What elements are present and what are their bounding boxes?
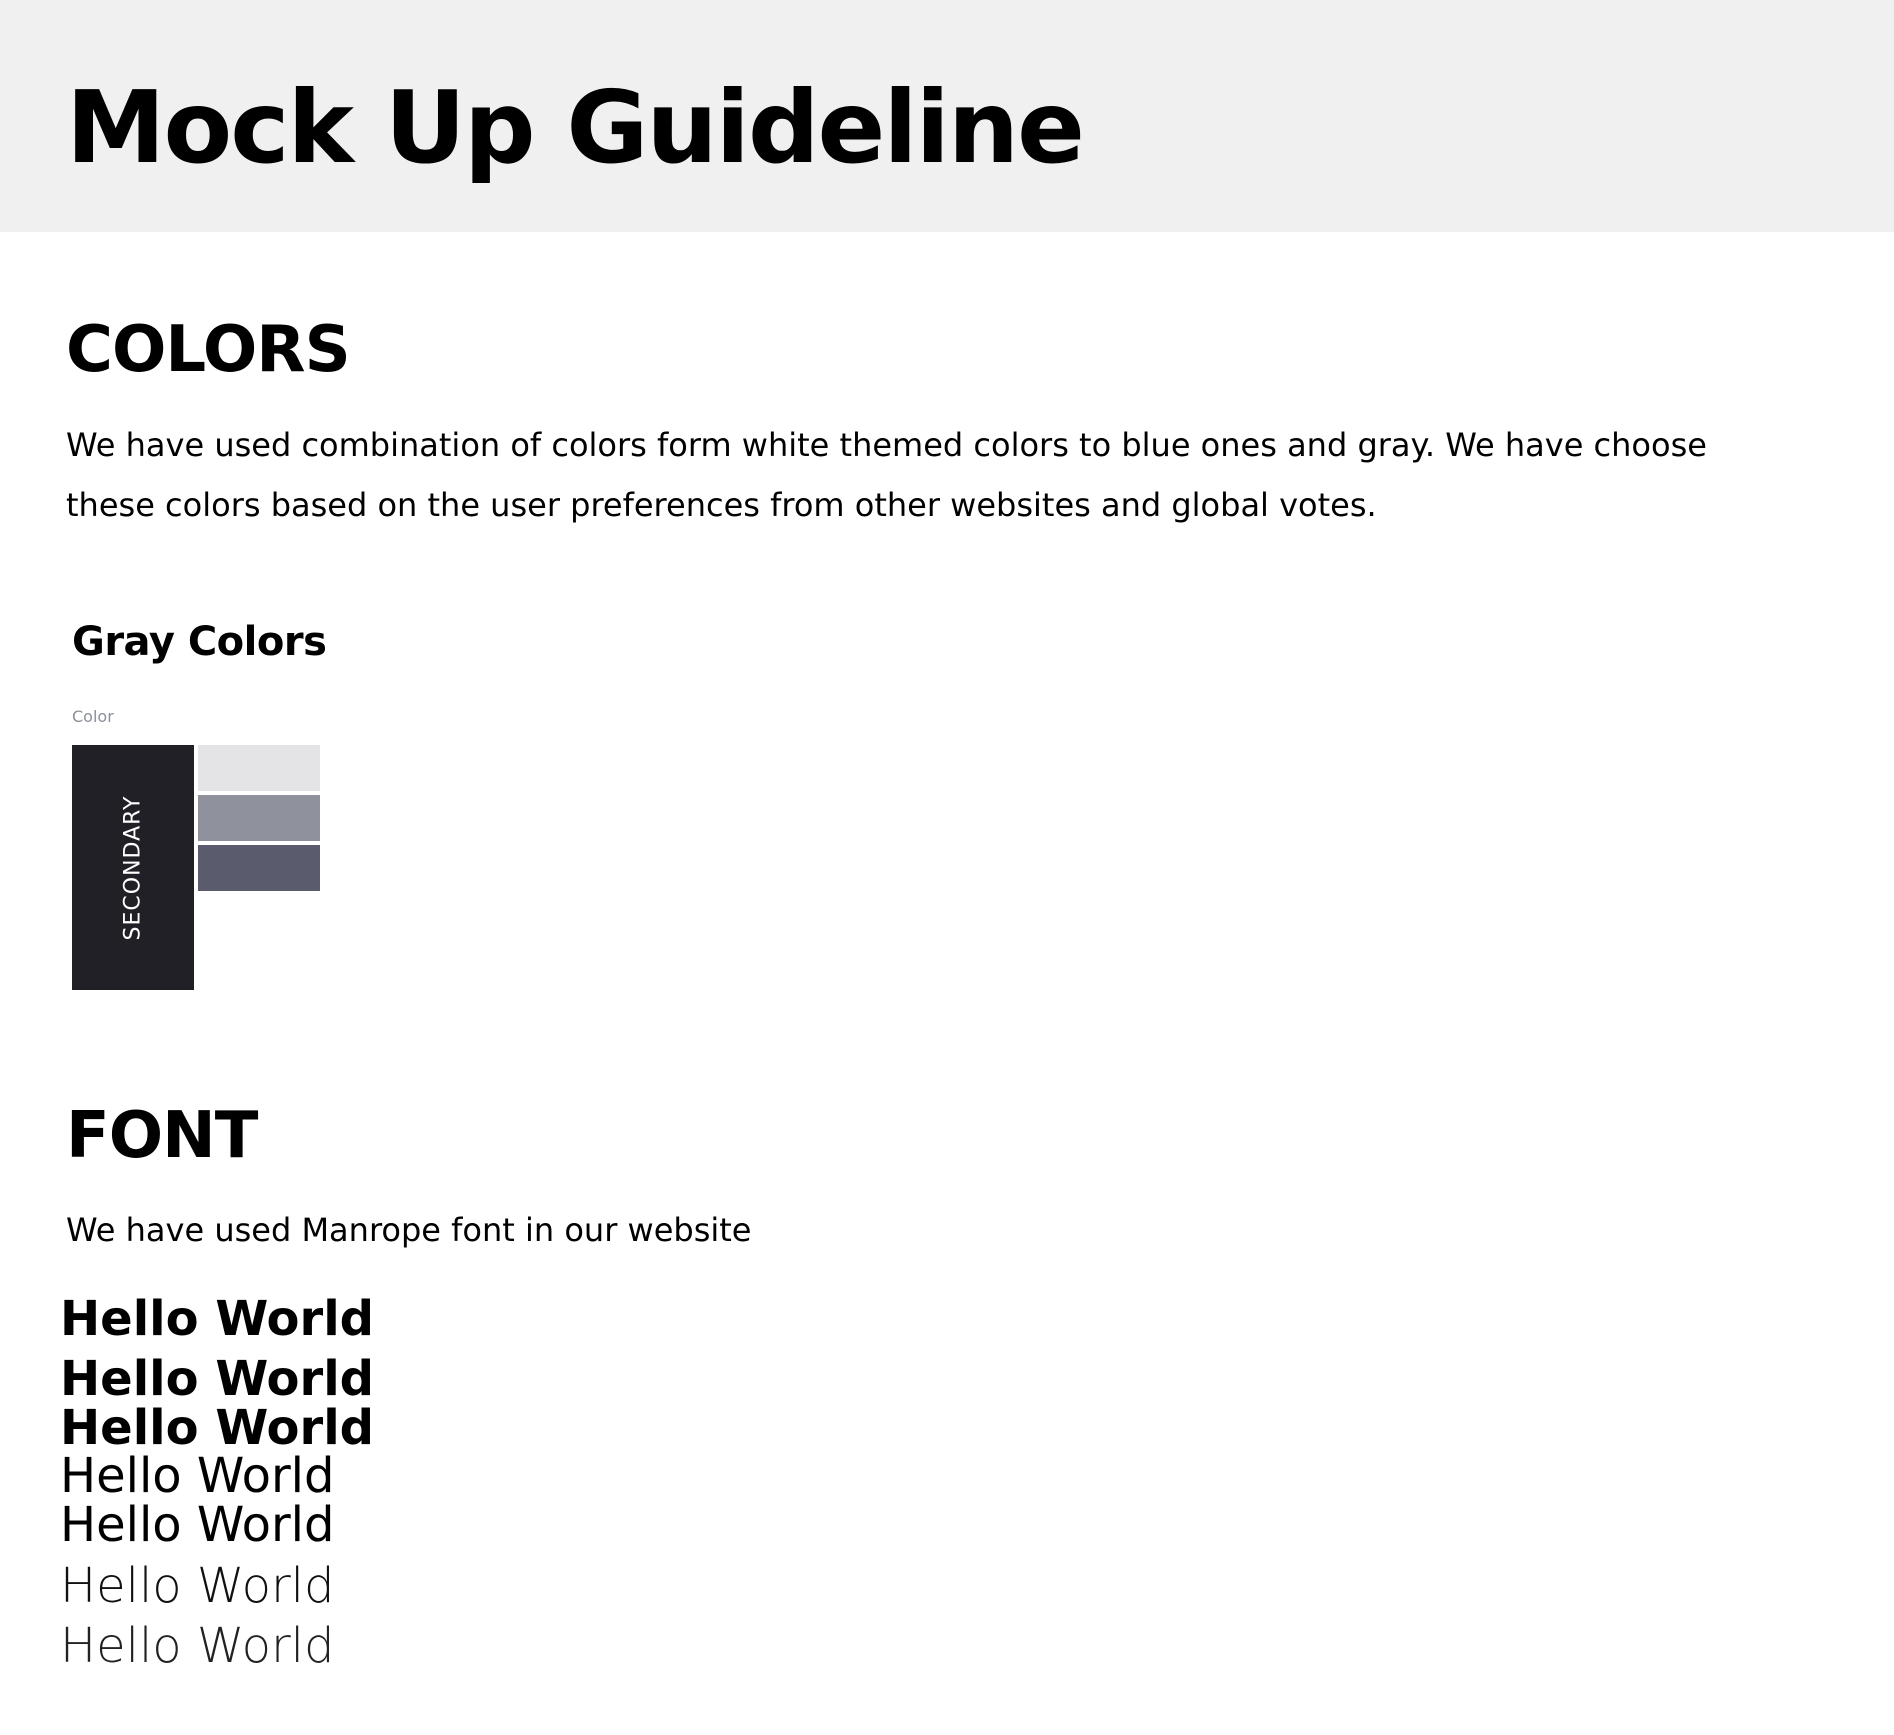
swatch-gray-dark	[198, 845, 320, 891]
swatch-secondary-label: SECONDARY	[120, 795, 146, 940]
page-title: Mock Up Guideline	[66, 69, 1085, 186]
swatch-secondary: SECONDARY	[72, 745, 194, 990]
colors-heading: COLORS	[66, 313, 351, 387]
font-sample-light: Hello World	[60, 1558, 335, 1614]
header-banner: Mock Up Guideline	[0, 0, 1894, 232]
font-sample-medium: Hello World	[60, 1448, 335, 1504]
gray-colors-heading: Gray Colors	[72, 619, 327, 665]
swatch-gray-light	[198, 745, 320, 791]
font-heading: FONT	[66, 1099, 258, 1173]
font-sample-bold: Hello World	[60, 1351, 375, 1407]
page: Mock Up Guideline COLORS We have used co…	[0, 0, 1894, 1735]
font-sample-regular: Hello World	[60, 1497, 335, 1553]
font-description: We have used Manrope font in our website	[66, 1211, 752, 1249]
swatch-gray-medium	[198, 795, 320, 841]
colors-description: We have used combination of colors form …	[66, 426, 1707, 524]
font-sample-extrabold: Hello World	[60, 1291, 375, 1347]
swatch-caption: Color	[72, 707, 114, 726]
font-sample-extralight: Hello World	[60, 1618, 335, 1674]
